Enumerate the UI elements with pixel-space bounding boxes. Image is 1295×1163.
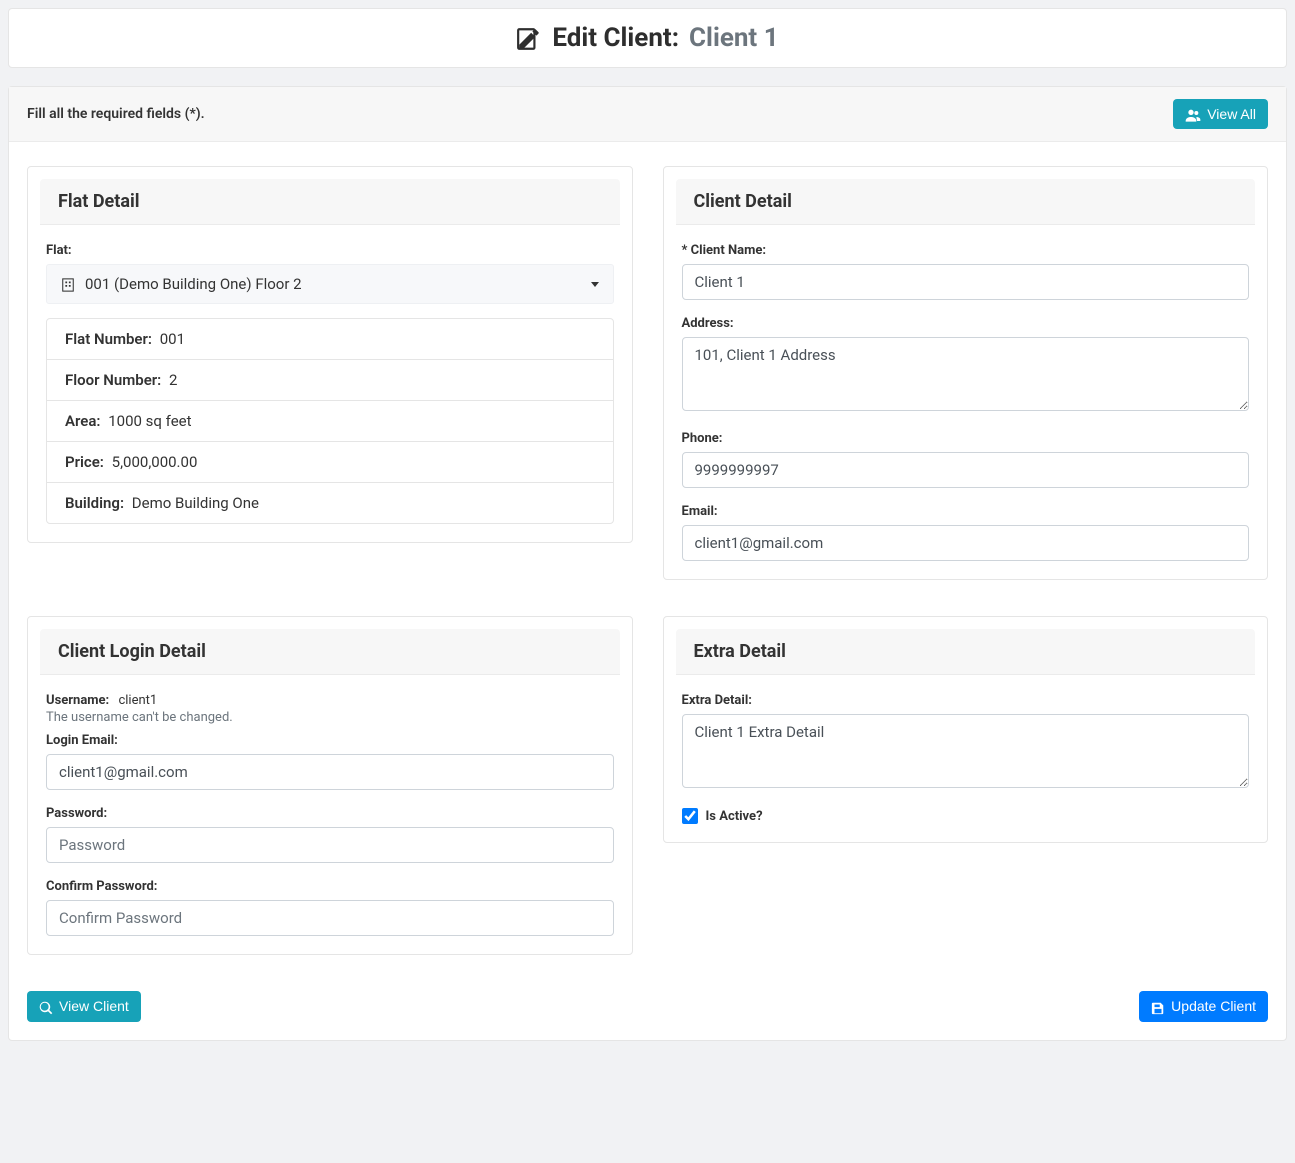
users-icon — [1185, 106, 1201, 122]
price-row: Price: 5,000,000.00 — [47, 442, 613, 483]
client-name-group: * Client Name: — [682, 243, 1250, 300]
login-detail-panel: Client Login Detail Username: client1 Th… — [27, 616, 633, 955]
required-note: Fill all the required fields (*). — [27, 106, 205, 122]
view-all-label: View All — [1207, 106, 1256, 122]
page-title-prefix: Edit Client: — [552, 23, 679, 53]
flat-selected-value: 001 (Demo Building One) Floor 2 — [85, 275, 302, 293]
address-group: Address: 101, Client 1 Address — [682, 316, 1250, 415]
search-icon — [39, 998, 53, 1014]
save-icon — [1151, 998, 1165, 1014]
flat-detail-title: Flat Detail — [40, 179, 620, 225]
floor-number-label: Floor Number: — [65, 371, 161, 389]
col-extra-detail: Extra Detail Extra Detail: Client 1 Extr… — [663, 616, 1269, 955]
building-value: Demo Building One — [132, 494, 259, 512]
email-input[interactable] — [682, 525, 1250, 561]
is-active-checkbox[interactable] — [682, 808, 698, 824]
is-active-row: Is Active? — [682, 808, 1250, 824]
col-login-detail: Client Login Detail Username: client1 Th… — [27, 616, 633, 955]
password-group: Password: — [46, 806, 614, 863]
flat-label: Flat: — [46, 243, 614, 258]
client-detail-panel: Client Detail * Client Name: Address: 10… — [663, 166, 1269, 580]
username-help: The username can't be changed. — [46, 710, 614, 725]
chevron-down-icon — [591, 282, 599, 287]
flat-detail-panel: Flat Detail Flat: 001 (Demo Building One… — [27, 166, 633, 543]
extra-detail-body: Extra Detail: Client 1 Extra Detail Is A… — [664, 675, 1268, 842]
client-name-input[interactable] — [682, 264, 1250, 300]
page-title: Edit Client: Client 1 — [516, 23, 778, 53]
email-group: Email: — [682, 504, 1250, 561]
login-email-input[interactable] — [46, 754, 614, 790]
username-group: Username: client1 The username can't be … — [46, 693, 614, 725]
footer-actions: View Client Update Client — [9, 991, 1286, 1021]
update-client-label: Update Client — [1171, 998, 1256, 1014]
flat-select-group: Flat: 001 (Demo Building One) Floor 2 — [46, 243, 614, 524]
address-input[interactable]: 101, Client 1 Address — [682, 337, 1250, 411]
col-client-detail: Client Detail * Client Name: Address: 10… — [663, 166, 1269, 580]
area-value: 1000 sq feet — [108, 412, 191, 430]
flat-detail-body: Flat: 001 (Demo Building One) Floor 2 — [28, 225, 632, 542]
is-active-label: Is Active? — [706, 809, 763, 824]
row-2: Client Login Detail Username: client1 Th… — [27, 616, 1268, 955]
username-line: Username: client1 — [46, 693, 614, 708]
login-email-label: Login Email: — [46, 733, 614, 748]
email-label: Email: — [682, 504, 1250, 519]
building-row: Building: Demo Building One — [47, 483, 613, 523]
view-all-button[interactable]: View All — [1173, 99, 1268, 129]
flat-detail-table: Flat Number: 001 Floor Number: 2 Area: 1… — [46, 318, 614, 524]
phone-label: Phone: — [682, 431, 1250, 446]
username-value: client1 — [118, 693, 157, 708]
flat-number-value: 001 — [160, 330, 185, 348]
area-label: Area: — [65, 412, 101, 430]
building-icon — [61, 275, 75, 293]
client-detail-body: * Client Name: Address: 101, Client 1 Ad… — [664, 225, 1268, 579]
area-row: Area: 1000 sq feet — [47, 401, 613, 442]
price-value: 5,000,000.00 — [112, 453, 198, 471]
flat-select[interactable]: 001 (Demo Building One) Floor 2 — [46, 264, 614, 304]
row-1: Flat Detail Flat: 001 (Demo Building One… — [27, 166, 1268, 580]
extra-detail-title: Extra Detail — [676, 629, 1256, 675]
floor-number-row: Floor Number: 2 — [47, 360, 613, 401]
login-detail-title: Client Login Detail — [40, 629, 620, 675]
login-detail-body: Username: client1 The username can't be … — [28, 675, 632, 954]
page-title-client: Client 1 — [689, 23, 779, 53]
extra-detail-panel: Extra Detail Extra Detail: Client 1 Extr… — [663, 616, 1269, 843]
flat-number-row: Flat Number: 001 — [47, 319, 613, 360]
address-label: Address: — [682, 316, 1250, 331]
phone-input[interactable] — [682, 452, 1250, 488]
content-area: Flat Detail Flat: 001 (Demo Building One… — [9, 142, 1286, 955]
confirm-password-label: Confirm Password: — [46, 879, 614, 894]
extra-input[interactable]: Client 1 Extra Detail — [682, 714, 1250, 788]
view-client-label: View Client — [59, 998, 129, 1014]
flat-select-left: 001 (Demo Building One) Floor 2 — [61, 275, 302, 293]
building-label: Building: — [65, 494, 124, 512]
password-input[interactable] — [46, 827, 614, 863]
client-detail-title: Client Detail — [676, 179, 1256, 225]
confirm-password-group: Confirm Password: — [46, 879, 614, 936]
edit-icon — [516, 23, 542, 53]
username-label: Username: — [46, 693, 109, 708]
password-label: Password: — [46, 806, 614, 821]
price-label: Price: — [65, 453, 104, 471]
card-topbar: Fill all the required fields (*). View A… — [9, 87, 1286, 142]
page-header: Edit Client: Client 1 — [8, 8, 1287, 68]
flat-number-label: Flat Number: — [65, 330, 152, 348]
update-client-button[interactable]: Update Client — [1139, 991, 1268, 1021]
confirm-password-input[interactable] — [46, 900, 614, 936]
client-name-label: * Client Name: — [682, 243, 1250, 258]
main-card: Fill all the required fields (*). View A… — [8, 86, 1287, 1041]
floor-number-value: 2 — [169, 371, 177, 389]
phone-group: Phone: — [682, 431, 1250, 488]
view-client-button[interactable]: View Client — [27, 991, 141, 1021]
extra-group: Extra Detail: Client 1 Extra Detail — [682, 693, 1250, 792]
login-email-group: Login Email: — [46, 733, 614, 790]
extra-label: Extra Detail: — [682, 693, 1250, 708]
col-flat-detail: Flat Detail Flat: 001 (Demo Building One… — [27, 166, 633, 580]
